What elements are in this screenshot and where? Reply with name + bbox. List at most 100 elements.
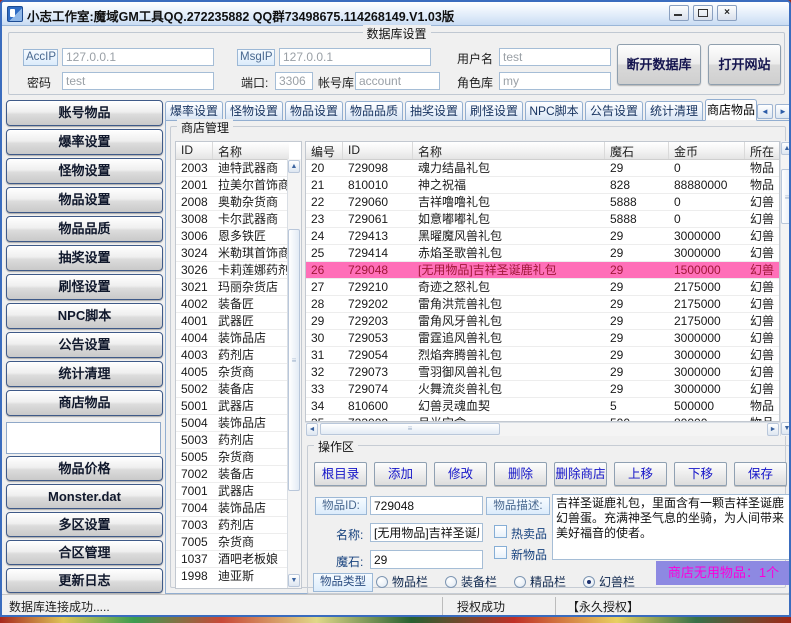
- item-row[interactable]: 28729202雷角洪荒兽礼包292175000幻兽: [306, 296, 779, 313]
- sidebar-button[interactable]: NPC脚本: [6, 303, 163, 329]
- tab[interactable]: 刷怪设置: [465, 101, 523, 121]
- username-input[interactable]: [499, 48, 611, 66]
- magic-stone-input[interactable]: [370, 550, 483, 569]
- operation-button[interactable]: 删除: [494, 462, 547, 486]
- radio-icon[interactable]: [445, 576, 457, 588]
- tab-scroll-left-button[interactable]: ◄: [757, 104, 773, 119]
- item-row[interactable]: 22729060吉祥噜噜礼包58880幻兽: [306, 194, 779, 211]
- item-row[interactable]: 23729061如意嘟嘟礼包58880幻兽: [306, 211, 779, 228]
- item-row[interactable]: 21810010神之祝福82888880000物品: [306, 177, 779, 194]
- radio-icon[interactable]: [514, 576, 526, 588]
- shop-row[interactable]: 1037酒吧老板娘: [176, 551, 289, 568]
- item-row[interactable]: 27729210奇迹之怒礼包292175000幻兽: [306, 279, 779, 296]
- sidebar-button[interactable]: 抽奖设置: [6, 245, 163, 271]
- item-row[interactable]: 35723002月光宝盒50080000物品: [306, 415, 779, 422]
- shop-row[interactable]: 3021玛丽杂货店: [176, 279, 289, 296]
- tab[interactable]: 物品设置: [285, 101, 343, 121]
- sidebar-listbox[interactable]: [6, 422, 161, 454]
- shop-row[interactable]: 4003药剂店: [176, 347, 289, 364]
- item-type-radio[interactable]: 物品栏: [376, 573, 428, 590]
- shop-row[interactable]: 3026卡莉莲娜药剂师: [176, 262, 289, 279]
- shop-row[interactable]: 5005杂货商: [176, 449, 289, 466]
- sidebar-button[interactable]: 账号物品: [6, 100, 163, 126]
- header-cell-name[interactable]: 名称: [213, 142, 289, 159]
- shop-table-scrollbar[interactable]: ▲ ≡ ▼: [287, 159, 301, 588]
- item-table-vscrollbar[interactable]: ▲ ≡ ▼: [780, 141, 791, 436]
- item-row[interactable]: 33729074火舞流炎兽礼包293000000幻兽: [306, 381, 779, 398]
- shop-row[interactable]: 1998迪亚斯: [176, 568, 289, 584]
- item-row[interactable]: 31729054烈焰奔腾兽礼包293000000幻兽: [306, 347, 779, 364]
- scroll-thumb[interactable]: ≡: [781, 169, 791, 224]
- shop-row[interactable]: 2003迪特武器商: [176, 160, 289, 177]
- sidebar-button[interactable]: 合区管理: [6, 540, 163, 565]
- operation-button[interactable]: 下移: [674, 462, 727, 486]
- tab-scroll-right-button[interactable]: ►: [775, 104, 791, 119]
- sidebar-button[interactable]: 物品品质: [6, 216, 163, 242]
- msgip-input[interactable]: [279, 48, 431, 66]
- shop-row[interactable]: 4002装备匠: [176, 296, 289, 313]
- sidebar-button[interactable]: 商店物品: [6, 390, 163, 416]
- operation-button[interactable]: 保存: [734, 462, 787, 486]
- header-cell-slot[interactable]: 所在: [745, 142, 779, 159]
- scroll-thumb[interactable]: ≡: [320, 423, 500, 435]
- shop-row[interactable]: 4004装饰品店: [176, 330, 289, 347]
- sidebar-button[interactable]: 统计清理: [6, 361, 163, 387]
- shop-row[interactable]: 4001武器匠: [176, 313, 289, 330]
- header-cell-name[interactable]: 名称: [413, 142, 605, 159]
- sidebar-button[interactable]: 更新日志: [6, 568, 163, 593]
- tab[interactable]: NPC脚本: [525, 101, 583, 121]
- titlebar[interactable]: 小志工作室:魔域GM工具QQ.272235882 QQ群73498675.114…: [2, 2, 789, 26]
- tab[interactable]: 抽奖设置: [405, 101, 463, 121]
- sidebar-button[interactable]: 爆率设置: [6, 129, 163, 155]
- header-cell-gold[interactable]: 金币: [669, 142, 745, 159]
- shop-row[interactable]: 7005杂货商: [176, 534, 289, 551]
- item-table-hscrollbar[interactable]: ◄ ≡ ►: [305, 422, 780, 436]
- item-type-radio[interactable]: 装备栏: [445, 573, 497, 590]
- sidebar-button[interactable]: 刷怪设置: [6, 274, 163, 300]
- header-cell-id[interactable]: ID: [176, 142, 213, 159]
- shop-row[interactable]: 3024米勒琪首饰商: [176, 245, 289, 262]
- roledb-input[interactable]: [499, 72, 611, 90]
- header-cell-stone[interactable]: 魔石: [605, 142, 669, 159]
- item-desc-textarea[interactable]: 吉祥圣诞鹿礼包，里面含有一颗吉祥圣诞鹿幻兽蛋。充满神圣气息的坐骑，为人间带来美好…: [552, 494, 790, 560]
- tab[interactable]: 爆率设置: [165, 101, 223, 121]
- scroll-up-button[interactable]: ▲: [288, 160, 300, 173]
- operation-button[interactable]: 添加: [374, 462, 427, 486]
- tab[interactable]: 公告设置: [585, 101, 643, 121]
- radio-icon[interactable]: [376, 576, 388, 588]
- sidebar-button[interactable]: Monster.dat: [6, 484, 163, 509]
- tab-active-shop-items[interactable]: 商店物品: [705, 99, 757, 121]
- port-input[interactable]: [275, 72, 313, 90]
- scroll-right-button[interactable]: ►: [767, 423, 779, 436]
- scroll-down-button[interactable]: ▼: [288, 574, 300, 587]
- scroll-up-button[interactable]: ▲: [781, 142, 791, 155]
- sidebar-button[interactable]: 物品设置: [6, 187, 163, 213]
- shop-row[interactable]: 2001拉美尔首饰商: [176, 177, 289, 194]
- shop-row[interactable]: 5004装饰品店: [176, 415, 289, 432]
- operation-button[interactable]: 上移: [614, 462, 667, 486]
- disconnect-db-button[interactable]: 断开数据库: [617, 44, 701, 85]
- item-row[interactable]: 30729053雷霆追风兽礼包293000000幻兽: [306, 330, 779, 347]
- scroll-left-button[interactable]: ◄: [306, 423, 318, 436]
- shop-row[interactable]: 7001武器店: [176, 483, 289, 500]
- item-row[interactable]: 34810600幻兽灵魂血契5500000物品: [306, 398, 779, 415]
- item-row[interactable]: 24729413黑曜魔风兽礼包293000000幻兽: [306, 228, 779, 245]
- shop-row[interactable]: 2008奥勒杂货商: [176, 194, 289, 211]
- open-website-button[interactable]: 打开网站: [708, 44, 781, 85]
- shop-row[interactable]: 7002装备店: [176, 466, 289, 483]
- item-type-radio[interactable]: 精品栏: [514, 573, 566, 590]
- minimize-button[interactable]: [669, 5, 689, 21]
- item-id-input[interactable]: [370, 496, 483, 515]
- sidebar-button[interactable]: 多区设置: [6, 512, 163, 537]
- item-name-input[interactable]: [370, 523, 483, 542]
- scroll-down-button[interactable]: ▼: [781, 422, 791, 435]
- shop-row[interactable]: 5002装备店: [176, 381, 289, 398]
- new-item-checkbox[interactable]: [494, 546, 507, 559]
- shop-row[interactable]: 3006恩多铁匠: [176, 228, 289, 245]
- close-button[interactable]: ×: [717, 5, 737, 21]
- item-type-radio[interactable]: 幻兽栏: [583, 573, 635, 590]
- sidebar-button[interactable]: 物品价格: [6, 456, 163, 481]
- shop-row[interactable]: 7003药剂店: [176, 517, 289, 534]
- sidebar-button[interactable]: 怪物设置: [6, 158, 163, 184]
- operation-button[interactable]: 修改: [434, 462, 487, 486]
